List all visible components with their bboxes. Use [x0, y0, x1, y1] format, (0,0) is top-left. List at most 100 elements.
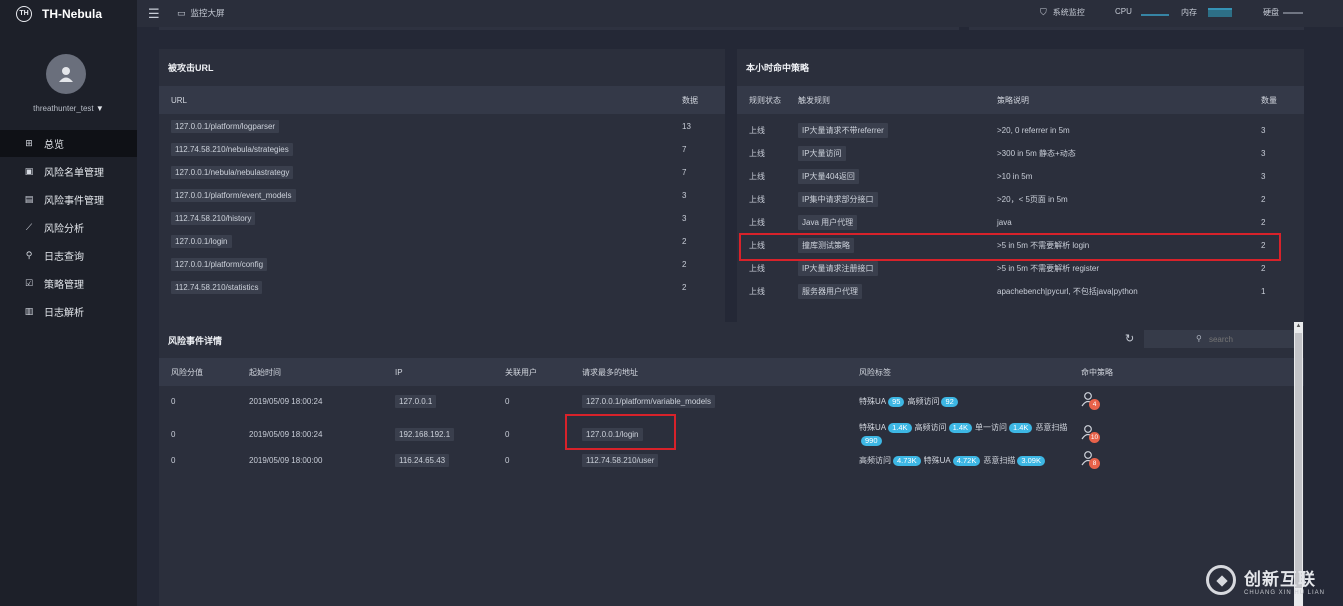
- table-row[interactable]: 上线 IP大量访问 >300 in 5m 静态+动态 3: [737, 142, 1304, 165]
- score-cell: 0: [171, 429, 176, 439]
- highlight-box: [565, 414, 676, 450]
- url-chip[interactable]: 127.0.0.1/platform/config: [171, 258, 268, 271]
- rule-chip[interactable]: IP大量请求注册接口: [798, 261, 878, 276]
- status-cell: 上线: [749, 172, 765, 181]
- count-cell: 3: [682, 191, 687, 200]
- ip-chip[interactable]: 127.0.0.1: [395, 394, 437, 408]
- watermark-logo-icon: [1206, 565, 1236, 595]
- line-chart-icon: ⟋: [25, 222, 33, 232]
- scroll-up-arrow-icon[interactable]: ▲: [1294, 322, 1303, 331]
- rule-chip[interactable]: 服务器用户代理: [798, 284, 862, 299]
- table-row[interactable]: 112.74.58.210/statistics 2: [159, 276, 725, 299]
- table-row[interactable]: 127.0.0.1/nebula/nebulastrategy 7: [159, 161, 725, 184]
- rule-cell: IP大量访问: [798, 142, 846, 165]
- table-row[interactable]: 0 2019/05/09 18:00:24 192.168.192.1 0 127.0.…: [159, 417, 1304, 451]
- menu-toggle-icon[interactable]: ☰: [148, 6, 160, 22]
- brand[interactable]: TH TH-Nebula: [0, 0, 137, 27]
- table-row[interactable]: 112.74.58.210/history 3: [159, 207, 725, 230]
- users-cell: 0: [505, 455, 510, 465]
- nav-item[interactable]: ☑ 策略管理: [0, 270, 137, 297]
- ip-cell: 127.0.0.1: [395, 389, 437, 413]
- ip-chip[interactable]: 192.168.192.1: [395, 427, 455, 441]
- url-chip[interactable]: 127.0.0.1/login: [171, 235, 232, 248]
- tags-list: 特殊UA 1.4K 高频访问 1.4K 单一访问 1.4K 恶意扫描990: [859, 421, 1069, 447]
- table-row[interactable]: 0 2019/05/09 18:00:00 116.24.65.43 0 112.74.…: [159, 448, 1304, 472]
- risk-tag-count-badge: 3.09K: [1017, 455, 1045, 466]
- search-input[interactable]: [1144, 330, 1298, 348]
- shield-icon: ⛉: [1040, 7, 1047, 17]
- risk-tag-name: 特殊UA: [923, 455, 951, 465]
- top-url-chip[interactable]: 127.0.0.1/platform/variable_models: [582, 394, 715, 408]
- table-row[interactable]: 上线 Java 用户代理 java 2: [737, 211, 1304, 234]
- col-score: 风险分值: [171, 367, 203, 377]
- table-row[interactable]: 112.74.58.210/nebula/strategies 7: [159, 138, 725, 161]
- table-row[interactable]: 上线 IP集中请求部分接口 >20，< 5页面 in 5m 2: [737, 188, 1304, 211]
- risk-tag-name: 高频访问: [914, 423, 947, 432]
- cpu-label: CPU: [1115, 7, 1132, 16]
- risk-tag-count-badge: 1.4K: [948, 423, 972, 433]
- status-cell: 上线: [749, 149, 765, 158]
- system-monitor-link[interactable]: ⛉ 系统监控: [1040, 7, 1085, 18]
- col-ip: IP: [395, 367, 403, 377]
- table-header: 风险分值 起始时间 IP 关联用户 请求最多的地址 风险标签 命中策略: [159, 358, 1304, 386]
- score-cell: 0: [171, 396, 176, 406]
- rule-cell: IP集中请求部分接口: [798, 188, 878, 211]
- memory-label: 内存: [1181, 8, 1197, 17]
- panel-title: 被攻击URL: [168, 63, 214, 73]
- table-row[interactable]: 127.0.0.1/platform/logparser 13: [159, 115, 725, 138]
- count-cell: 2: [682, 260, 687, 269]
- monitor-screen-link[interactable]: ▭ 监控大屏: [177, 7, 225, 19]
- strategy-icon: ☑: [24, 278, 34, 288]
- rule-chip[interactable]: IP大量404返回: [798, 169, 859, 184]
- strategy-hit-user-icon[interactable]: 8: [1081, 450, 1101, 470]
- count-cell: 2: [682, 283, 687, 292]
- risk-tag-count-badge: 990: [861, 436, 882, 446]
- top-url-chip[interactable]: 112.74.58.210/user: [582, 453, 659, 467]
- ip-chip[interactable]: 116.24.65.43: [395, 453, 450, 467]
- table-row[interactable]: 上线 服务器用户代理 apachebench|pycurl, 不包括java|pyt…: [737, 280, 1304, 303]
- nav-item[interactable]: ▥ 日志解析: [0, 298, 137, 325]
- url-chip[interactable]: 112.74.58.210/nebula/strategies: [171, 143, 293, 156]
- table-row[interactable]: 0 2019/05/09 18:00:24 127.0.0.1 0 127.0.0.1/…: [159, 389, 1304, 413]
- url-chip[interactable]: 127.0.0.1/platform/event_models: [171, 189, 296, 202]
- nav-item[interactable]: ⊞ 总览: [0, 130, 137, 157]
- desc-cell: >300 in 5m 静态+动态: [997, 149, 1076, 158]
- table-row[interactable]: 127.0.0.1/platform/config 2: [159, 253, 725, 276]
- nav-item[interactable]: ▤ 风险事件管理: [0, 186, 137, 213]
- avatar[interactable]: [46, 54, 86, 94]
- url-cell: 127.0.0.1/nebula/nebulastrategy: [171, 161, 294, 184]
- scroll-thumb[interactable]: [1295, 333, 1302, 588]
- nav-item-label: 风险事件管理: [44, 196, 104, 207]
- nav-item[interactable]: ⟋ 风险分析: [0, 214, 137, 241]
- highlight-box: [739, 233, 1281, 261]
- rule-chip[interactable]: IP大量请求不带referrer: [798, 123, 888, 138]
- rule-chip[interactable]: IP集中请求部分接口: [798, 192, 878, 207]
- nav-item[interactable]: ▣ 风险名单管理: [0, 158, 137, 185]
- url-cell: 127.0.0.1/platform/config: [171, 253, 268, 276]
- table-row[interactable]: 127.0.0.1/login 2: [159, 230, 725, 253]
- rule-cell: 服务器用户代理: [798, 280, 862, 303]
- sidebar: TH TH-Nebula threathunter_test ▼ ⊞ 总览 ▣ 风险名…: [0, 0, 137, 606]
- strategy-hit-user-icon[interactable]: 10: [1081, 424, 1101, 444]
- rule-chip[interactable]: IP大量访问: [798, 146, 846, 161]
- table-header: URL 数据: [159, 86, 725, 114]
- system-monitor-label: 系统监控: [1052, 8, 1085, 17]
- count-cell: 1: [1261, 287, 1266, 296]
- table-row[interactable]: 上线 IP大量404返回 >10 in 5m 3: [737, 165, 1304, 188]
- count-cell: 3: [1261, 172, 1266, 181]
- nav-item[interactable]: ⚲ 日志查询: [0, 242, 137, 269]
- strategy-hit-user-icon[interactable]: 4: [1081, 391, 1101, 411]
- url-chip[interactable]: 127.0.0.1/platform/logparser: [171, 120, 280, 133]
- refresh-icon[interactable]: ↻: [1125, 332, 1134, 345]
- url-chip[interactable]: 112.74.58.210/statistics: [171, 281, 263, 294]
- rule-chip[interactable]: Java 用户代理: [798, 215, 858, 230]
- user-menu[interactable]: threathunter_test ▼: [0, 104, 137, 113]
- watermark-subtext: CHUANG XIN HU LIAN: [1244, 589, 1326, 596]
- hit-count-badge: 8: [1089, 458, 1100, 469]
- url-chip[interactable]: 127.0.0.1/nebula/nebulastrategy: [171, 166, 294, 179]
- nav-item-label: 日志查询: [44, 252, 84, 263]
- table-row[interactable]: 上线 IP大量请求不带referrer >20, 0 referrer in 5m 3: [737, 119, 1304, 142]
- table-row[interactable]: 127.0.0.1/platform/event_models 3: [159, 184, 725, 207]
- url-cell: 127.0.0.1/platform/logparser: [171, 115, 280, 138]
- url-chip[interactable]: 112.74.58.210/history: [171, 212, 256, 225]
